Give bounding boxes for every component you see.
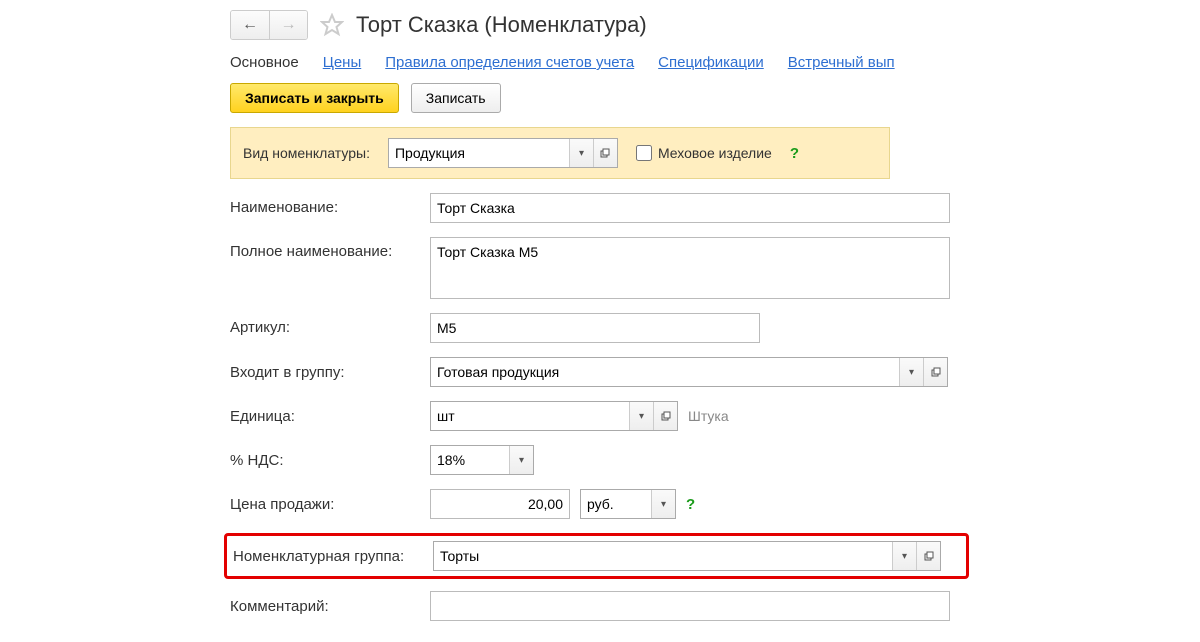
currency-dropdown-icon[interactable]: ▾ <box>651 490 675 518</box>
fullname-textarea[interactable] <box>430 237 950 299</box>
nomgroup-label: Номенклатурная группа: <box>233 548 433 565</box>
page-title: Торт Сказка (Номенклатура) <box>356 12 647 38</box>
comment-label: Комментарий: <box>230 598 430 615</box>
price-label: Цена продажи: <box>230 496 430 513</box>
tab-specs[interactable]: Спецификации <box>658 54 764 71</box>
name-input[interactable] <box>430 193 950 223</box>
price-help-icon[interactable]: ? <box>686 496 695 513</box>
tab-accounts[interactable]: Правила определения счетов учета <box>385 54 634 71</box>
comment-input[interactable] <box>430 591 950 621</box>
type-dropdown-icon[interactable]: ▾ <box>569 139 593 167</box>
tab-main[interactable]: Основное <box>230 54 299 71</box>
nomgroup-highlight: Номенклатурная группа: ▾ <box>224 533 969 579</box>
group-label: Входит в группу: <box>230 364 430 381</box>
name-label: Наименование: <box>230 193 430 216</box>
save-button[interactable]: Записать <box>411 83 501 113</box>
fur-label: Меховое изделие <box>658 145 772 161</box>
favorite-star-icon[interactable] <box>318 11 346 39</box>
nomgroup-open-icon[interactable] <box>916 542 940 570</box>
vat-combo: ▾ <box>430 445 534 475</box>
group-input[interactable] <box>431 358 899 386</box>
article-label: Артикул: <box>230 313 430 336</box>
fullname-label: Полное наименование: <box>230 237 430 260</box>
group-combo: ▾ <box>430 357 948 387</box>
nav-buttons: ← → <box>230 10 308 40</box>
unit-input[interactable] <box>431 402 629 430</box>
type-open-icon[interactable] <box>593 139 617 167</box>
nomgroup-dropdown-icon[interactable]: ▾ <box>892 542 916 570</box>
nomgroup-combo: ▾ <box>433 541 941 571</box>
group-open-icon[interactable] <box>923 358 947 386</box>
fur-checkbox-wrap: Меховое изделие <box>636 145 772 161</box>
type-bar: Вид номенклатуры: ▾ Меховое изделие ? <box>230 127 890 179</box>
tabs-bar: Основное Цены Правила определения счетов… <box>230 54 1200 71</box>
tab-counter[interactable]: Встречный вып <box>788 54 895 71</box>
type-label: Вид номенклатуры: <box>243 145 370 161</box>
vat-label: % НДС: <box>230 452 430 469</box>
fur-checkbox[interactable] <box>636 145 652 161</box>
nav-back-button[interactable]: ← <box>231 11 269 39</box>
nomgroup-input[interactable] <box>434 542 892 570</box>
currency-combo: ▾ <box>580 489 676 519</box>
article-input[interactable] <box>430 313 760 343</box>
nav-forward-button[interactable]: → <box>269 11 307 39</box>
toolbar: Записать и закрыть Записать <box>230 83 1200 113</box>
unit-dropdown-icon[interactable]: ▾ <box>629 402 653 430</box>
unit-open-icon[interactable] <box>653 402 677 430</box>
unit-combo: ▾ <box>430 401 678 431</box>
fur-help-icon[interactable]: ? <box>790 145 799 162</box>
save-close-button[interactable]: Записать и закрыть <box>230 83 399 113</box>
currency-input[interactable] <box>581 490 651 518</box>
price-input[interactable] <box>430 489 570 519</box>
unit-hint: Штука <box>688 408 729 424</box>
vat-input[interactable] <box>431 446 509 474</box>
type-combo: ▾ <box>388 138 618 168</box>
tab-prices[interactable]: Цены <box>323 54 362 71</box>
type-input[interactable] <box>389 139 569 167</box>
unit-label: Единица: <box>230 408 430 425</box>
vat-dropdown-icon[interactable]: ▾ <box>509 446 533 474</box>
group-dropdown-icon[interactable]: ▾ <box>899 358 923 386</box>
